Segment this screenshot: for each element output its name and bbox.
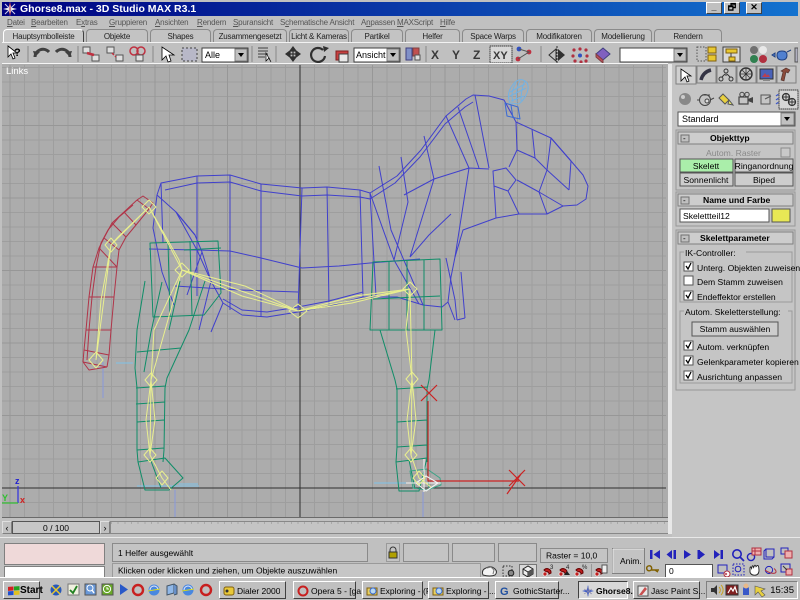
svg-text:Autom. Skeletterstellung:: Autom. Skeletterstellung: [685,307,781,317]
svg-text:Gelenkparameter kopieren: Gelenkparameter kopieren [697,357,799,367]
svg-text:Skelettparameter: Skelettparameter [700,233,770,243]
svg-text:?: ? [14,47,21,59]
svg-text:%: % [582,565,588,571]
svg-text:Anim.: Anim. [620,556,642,566]
svg-text:Autom. verknüpfen: Autom. verknüpfen [697,342,769,352]
svg-text:Unterg. Objekten zuweisen: Unterg. Objekten zuweisen [697,263,800,273]
svg-text:Klicken oder klicken und ziehe: Klicken oder klicken und ziehen, um Obje… [118,566,338,576]
svg-text:Ausrichtung anpassen: Ausrichtung anpassen [697,372,782,382]
svg-text:-: - [683,196,686,205]
svg-text:Biped: Biped [753,175,775,185]
svg-text:0: 0 [669,566,674,576]
svg-text:IK-Controller:: IK-Controller: [685,248,736,258]
svg-text:Autom. Raster: Autom. Raster [706,148,761,158]
svg-text:X: X [431,48,439,62]
svg-text:Y: Y [2,493,8,503]
svg-text:XY: XY [493,50,508,62]
svg-text:Stamm auswählen: Stamm auswählen [700,324,771,334]
svg-text:Skelettteil12: Skelettteil12 [683,211,730,221]
svg-text:Standard: Standard [682,114,719,124]
svg-text:Y: Y [452,48,460,62]
svg-text:Endeffektor erstellen: Endeffektor erstellen [697,292,776,302]
svg-text:-: - [683,234,686,243]
svg-text:1 Helfer ausgewählt: 1 Helfer ausgewählt [118,548,194,558]
svg-text:Dem Stamm zuweisen: Dem Stamm zuweisen [697,277,783,287]
svg-text:G: G [500,586,509,597]
svg-text:Ansicht: Ansicht [356,50,386,60]
svg-text:Skelett: Skelett [693,161,720,171]
svg-text:Sonnenlicht: Sonnenlicht [684,175,730,185]
svg-text:Alle: Alle [205,50,220,60]
svg-text:Z: Z [473,48,480,62]
svg-text:Name und Farbe: Name und Farbe [703,195,771,205]
svg-text:Ringanordnung: Ringanordnung [735,161,794,171]
svg-text:-: - [683,134,686,143]
svg-text:x: x [20,495,25,505]
svg-text:z: z [15,476,20,486]
svg-text:Raster = 10,0: Raster = 10,0 [546,551,598,561]
svg-text:Objekttyp: Objekttyp [710,133,750,143]
